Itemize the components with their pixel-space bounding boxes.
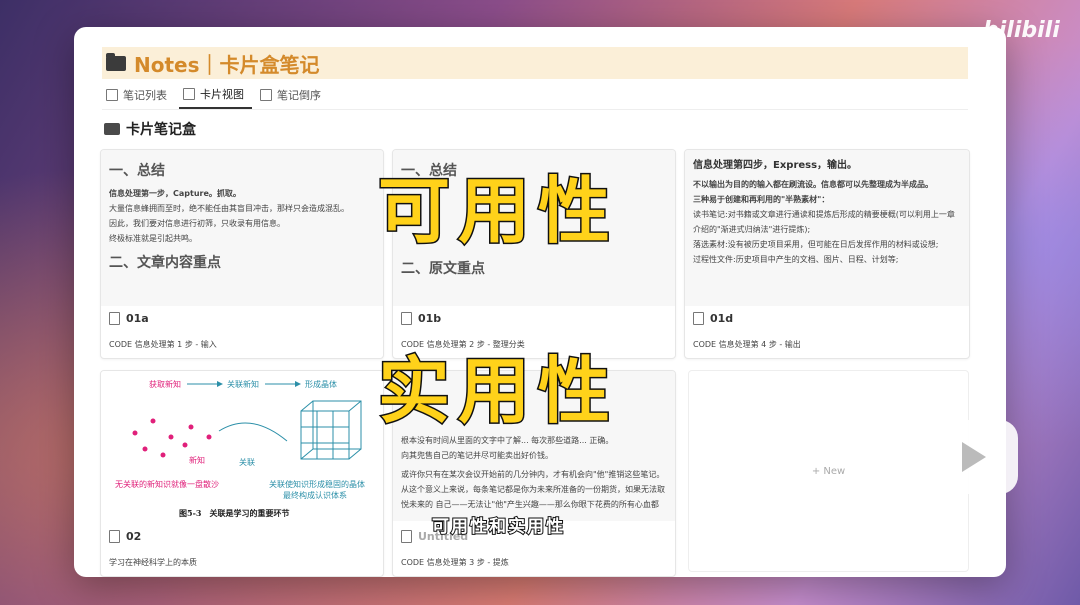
diagram-label: 新知 <box>189 455 205 465</box>
page-header: Notes｜卡片盒笔记 <box>102 47 968 79</box>
cards-icon <box>260 89 272 101</box>
tab-label: 笔记倒序 <box>277 89 321 102</box>
section-title-text: 卡片笔记盒 <box>126 122 196 138</box>
card-name: 01a <box>126 312 149 325</box>
card-01d[interactable]: 信息处理第四步，Express，输出。 不以输出为目的的输入都在刷流设。信息都可… <box>684 149 970 359</box>
card-meta: 02 学习在神经科学上的本质 <box>109 526 375 568</box>
arrowhead-icon <box>217 381 223 387</box>
card-text: 读书笔记:对书籍或文章进行通读和提炼后形成的精要梗概(可以利用上一章介绍的"渐进… <box>693 210 955 234</box>
card-text: 终极标准就是引起共鸣。 <box>109 234 197 243</box>
card-text: 或许你只有在某次会议开始前的几分钟内，才有机会向"他"推销这些笔记。从这个意义上… <box>401 470 665 509</box>
page-title: Notes｜卡片盒笔记 <box>134 52 320 77</box>
diagram-label: 关联新知 <box>227 379 259 389</box>
card-preview: 信息处理第四步，Express，输出。 不以输出为目的的输入都在刷流设。信息都可… <box>685 150 969 306</box>
view-tabs: 笔记列表 卡片视图 笔记倒序 <box>102 85 968 110</box>
card-tag: CODE 信息处理第 1 步 - 输入 <box>109 340 217 349</box>
crystal-grid-icon <box>300 400 362 460</box>
curve-arrow-icon <box>218 422 288 442</box>
play-button[interactable] <box>930 420 1018 494</box>
overlay-text-practicality: 实用性 <box>376 348 619 435</box>
card-tag: CODE 信息处理第 4 步 - 输出 <box>693 340 801 349</box>
card-text: 因此，我们要对信息进行初筛，只收录有用信息。 <box>109 219 285 228</box>
card-meta: 01d CODE 信息处理第 4 步 - 输出 <box>693 308 961 350</box>
arrowhead-icon <box>295 381 301 387</box>
card-text: 过程性文件:历史项目中产生的文档、图片、日程、计划等; <box>693 255 899 264</box>
page-icon <box>109 312 120 325</box>
card-text: 三种易于创建和再利用的"半熟素材"： <box>693 195 830 204</box>
card-text: 信息处理第一步，Capture。抓取。 <box>109 189 241 198</box>
card-tag: CODE 信息处理第 3 步 - 提炼 <box>401 558 509 567</box>
card-text: 大量信息蜂拥而至时，绝不能任由其盲目冲击，那样只会造成混乱。 <box>109 204 349 213</box>
card-preview: 一、总结 信息处理第一步，Capture。抓取。 大量信息蜂拥而至时，绝不能任由… <box>101 150 383 306</box>
section-title: 卡片笔记盒 <box>104 119 196 139</box>
card-02[interactable]: 获取新知 关联新知 形成晶体 新知 关联 无关联的新知识就像一盘散沙 关联使知识… <box>100 370 384 577</box>
tab-label: 笔记列表 <box>123 89 167 102</box>
diagram-label: 关联 <box>239 457 255 467</box>
new-card-button[interactable]: + New <box>688 370 969 572</box>
card-text: 落选素材:没有被历史项目采用，但可能在日后发挥作用的材料或设想; <box>693 240 939 249</box>
diagram-label: 无关联的新知识就像一盘散沙 <box>115 479 219 489</box>
folder-icon <box>106 52 126 71</box>
card-name: 01b <box>418 312 442 325</box>
knowledge-crystal-diagram: 获取新知 关联新知 形成晶体 新知 关联 无关联的新知识就像一盘散沙 关联使知识… <box>115 379 365 518</box>
tab-label: 卡片视图 <box>200 88 244 101</box>
tab-note-list[interactable]: 笔记列表 <box>102 85 175 109</box>
card-heading: 二、文章内容重点 <box>109 255 221 271</box>
play-icon <box>962 442 986 472</box>
notion-window: Notes｜卡片盒笔记 笔记列表 卡片视图 笔记倒序 卡片笔记盒 一、总结 信息… <box>74 27 1006 577</box>
uploader-name: 知识番Ada <box>866 32 925 46</box>
diagram-label: 形成晶体 <box>305 379 337 389</box>
diagram-label: 获取新知 <box>149 379 181 389</box>
cards-icon <box>183 88 195 100</box>
scattered-dots <box>132 418 212 458</box>
overlay-text-usability: 可用性 <box>376 168 619 255</box>
diagram-label: 最终构成认识体系 <box>283 490 347 500</box>
card-heading: 二、原文重点 <box>401 261 485 277</box>
diagram-label: 关联使知识形成稳固的晶体 <box>269 479 365 489</box>
bilibili-logo: bilibili <box>983 18 1060 43</box>
card-name: 02 <box>126 530 142 543</box>
card-01a[interactable]: 一、总结 信息处理第一步，Capture。抓取。 大量信息蜂拥而至时，绝不能任由… <box>100 149 384 359</box>
tab-card-view[interactable]: 卡片视图 <box>179 85 252 109</box>
tab-reverse-order[interactable]: 笔记倒序 <box>256 85 329 109</box>
card-meta: 01a CODE 信息处理第 1 步 - 输入 <box>109 308 375 350</box>
page-icon <box>401 530 412 543</box>
page-icon <box>109 530 120 543</box>
edit-icon <box>106 89 118 101</box>
card-text: 不以输出为目的的输入都在刷流设。信息都可以先整理成为半成品。 <box>693 180 933 189</box>
card-name: 01d <box>710 312 734 325</box>
card-box-icon <box>104 123 120 135</box>
video-subtitle: 可用性和实用性 <box>431 516 565 538</box>
card-preview: 获取新知 关联新知 形成晶体 新知 关联 无关联的新知识就像一盘散沙 关联使知识… <box>101 371 383 521</box>
card-tag: 学习在神经科学上的本质 <box>109 558 197 567</box>
page-icon <box>693 312 704 325</box>
card-heading: 信息处理第四步，Express，输出。 <box>693 160 858 171</box>
card-heading: 一、总结 <box>109 163 165 179</box>
card-text: 向其兜售自己的笔记并尽可能卖出好价钱。 <box>401 451 553 460</box>
figure-caption: 图5-3 关联是学习的重要环节 <box>179 508 289 518</box>
page-icon <box>401 312 412 325</box>
